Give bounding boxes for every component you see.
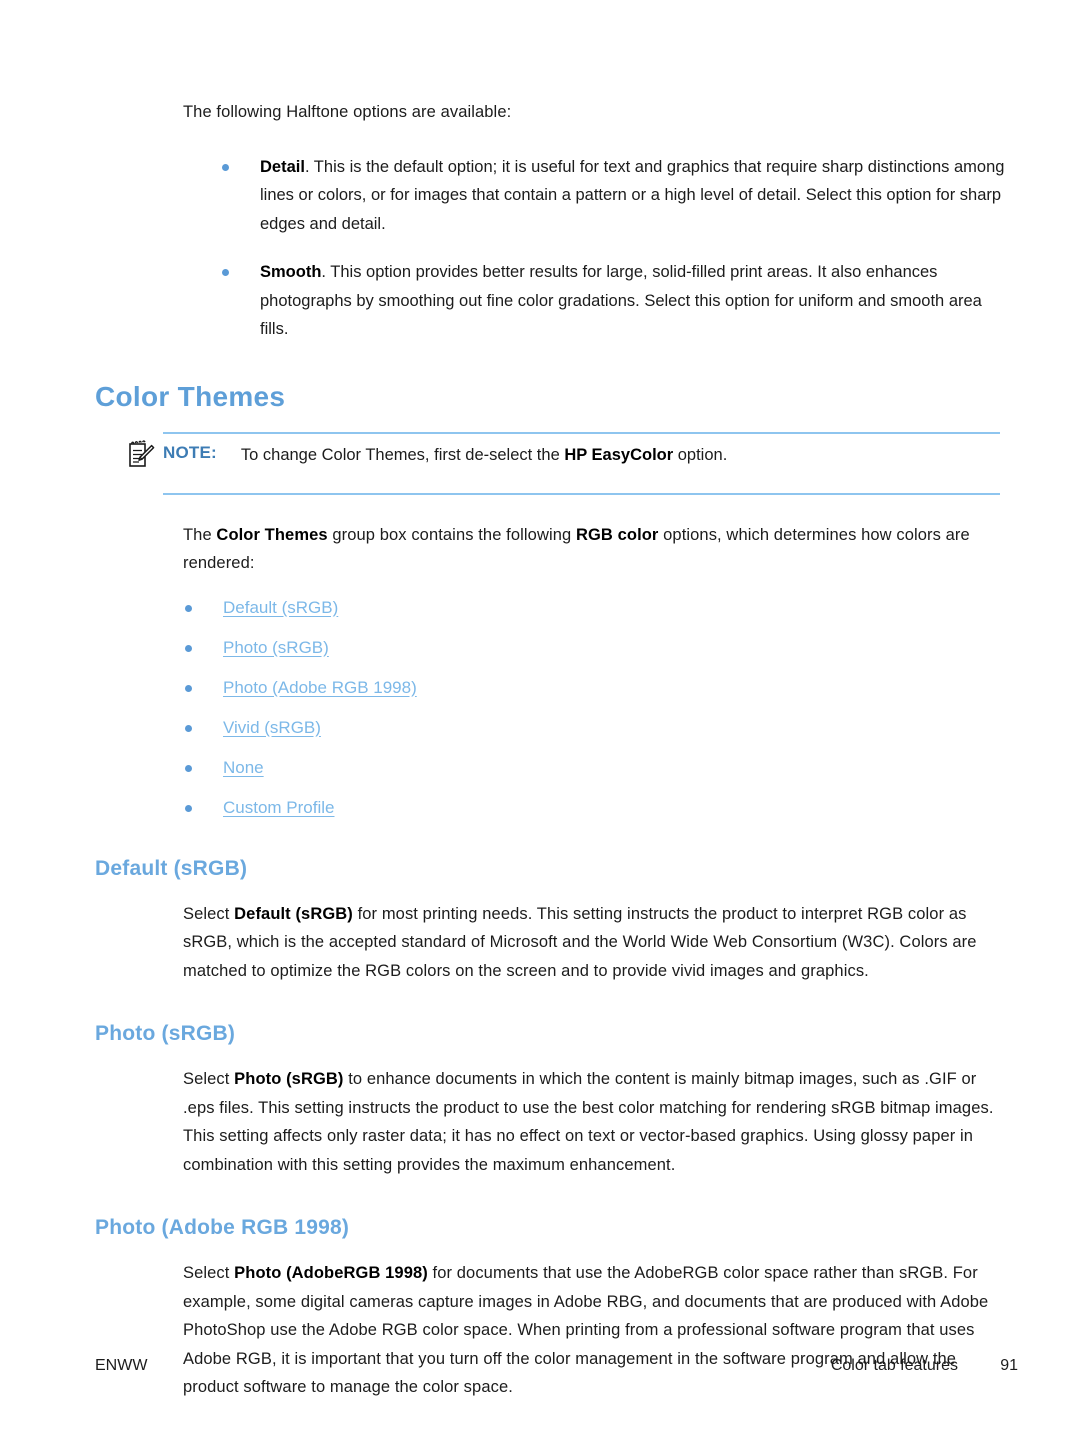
- color-themes-intro-paragraph: The Color Themes group box contains the …: [183, 521, 1010, 578]
- intro-emphasis-1: Color Themes: [216, 525, 328, 544]
- note-text-after: option.: [673, 445, 728, 464]
- link-photo-adobe-rgb-1998[interactable]: Photo (Adobe RGB 1998): [223, 678, 417, 697]
- list-item: Detail. This is the default option; it i…: [222, 153, 1010, 239]
- link-custom-profile[interactable]: Custom Profile: [223, 798, 334, 817]
- footer-page-number: 91: [1000, 1357, 1018, 1374]
- note-text-emphasis: HP EasyColor: [564, 445, 674, 464]
- bullet-dot-icon: [185, 644, 192, 652]
- footer-section-title: Color tab features: [830, 1357, 958, 1374]
- note-text-before: To change Color Themes, first de-select …: [240, 445, 565, 464]
- list-item: Default (sRGB): [185, 596, 1010, 620]
- list-item: Photo (sRGB): [185, 636, 1010, 660]
- subsection-body-photo-srgb: Select Photo (sRGB) to enhance documents…: [183, 1065, 1010, 1179]
- list-item: Smooth. This option provides better resu…: [222, 258, 1010, 344]
- list-item: Photo (Adobe RGB 1998): [185, 676, 1010, 700]
- footer-language-code: ENWW: [95, 1357, 148, 1374]
- note-pad-pencil-icon: [127, 439, 155, 470]
- note-text: To change Color Themes, first de-select …: [241, 443, 727, 467]
- subsection-heading-default-srgb: Default (sRGB): [95, 856, 248, 880]
- color-themes-link-list: Default (sRGB) Photo (sRGB) Photo (Adobe…: [95, 596, 1010, 820]
- body-emphasis: Photo (AdobeRGB 1998): [234, 1264, 428, 1282]
- body-lead: Select: [183, 1264, 235, 1282]
- footer-right-group: Color tab features 91: [831, 1357, 1018, 1375]
- halftone-option-description: . This is the default option; it is usef…: [260, 157, 1005, 233]
- halftone-options-list: Detail. This is the default option; it i…: [95, 153, 1010, 344]
- bullet-dot-icon: [185, 804, 192, 812]
- bullet-dot-icon: [185, 684, 192, 692]
- note-row: NOTE: To change Color Themes, first de-s…: [129, 434, 1010, 493]
- list-item: Vivid (sRGB): [185, 716, 1010, 740]
- page-content: The following Halftone options are avail…: [95, 98, 1010, 1402]
- link-photo-srgb[interactable]: Photo (sRGB): [223, 638, 329, 657]
- note-label: NOTE:: [163, 442, 217, 462]
- intro-emphasis-2: RGB color: [575, 525, 659, 544]
- body-rest: for documents that use the AdobeRGB colo…: [183, 1264, 989, 1396]
- note-bottom-rule: [163, 492, 1000, 495]
- link-vivid-srgb[interactable]: Vivid (sRGB): [223, 718, 321, 737]
- bullet-dot-icon: [185, 764, 192, 772]
- body-lead: Select: [183, 904, 235, 923]
- subsection-heading-photo-srgb: Photo (sRGB): [95, 1022, 236, 1045]
- bullet-dot-icon: [222, 269, 229, 276]
- subsection-heading-photo-adobe-rgb-1998: Photo (Adobe RGB 1998): [95, 1216, 350, 1239]
- intro-paragraph: The following Halftone options are avail…: [183, 103, 512, 121]
- bullet-dot-icon: [185, 724, 192, 732]
- note-admonition: NOTE: To change Color Themes, first de-s…: [129, 431, 1010, 495]
- body-emphasis: Default (sRGB): [234, 904, 353, 923]
- section-heading-color-themes: Color Themes: [95, 380, 286, 412]
- halftone-option-term: Detail: [260, 157, 305, 176]
- bullet-dot-icon: [185, 604, 192, 612]
- list-item: Custom Profile: [185, 796, 1010, 820]
- subsection-body-photo-adobe-rgb-1998: Select Photo (AdobeRGB 1998) for documen…: [183, 1259, 1010, 1402]
- bullet-dot-icon: [222, 163, 229, 171]
- halftone-option-description: . This option provides better results fo…: [260, 263, 982, 338]
- body-emphasis: Photo (sRGB): [234, 1070, 344, 1088]
- page-footer: ENWW Color tab features 91: [95, 1357, 1018, 1375]
- subsection-body-default-srgb: Select Default (sRGB) for most printing …: [183, 900, 1010, 986]
- intro-fragment-2: group box contains the following: [327, 525, 576, 544]
- intro-fragment-1: The: [183, 525, 217, 544]
- body-lead: Select: [183, 1070, 235, 1088]
- link-default-srgb[interactable]: Default (sRGB): [223, 598, 338, 617]
- document-page: The following Halftone options are avail…: [0, 0, 1080, 1437]
- link-none[interactable]: None: [223, 758, 264, 777]
- list-item: None: [185, 756, 1010, 780]
- halftone-option-term: Smooth: [260, 263, 322, 281]
